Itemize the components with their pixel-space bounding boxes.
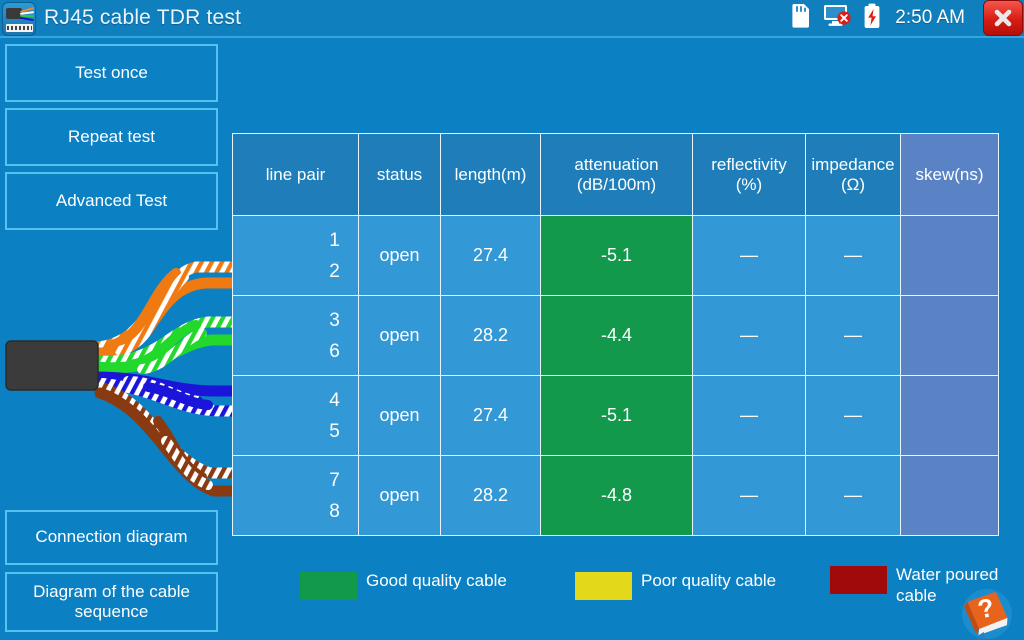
advanced-test-button[interactable]: Advanced Test bbox=[5, 172, 218, 230]
line-pair-top-number: 4 bbox=[329, 389, 340, 411]
line-pair-bottom-number: 5 bbox=[329, 420, 340, 442]
table-row[interactable]: 4 5 open 27.4 -5.1 — — bbox=[232, 375, 999, 456]
test-once-button[interactable]: Test once bbox=[5, 44, 218, 102]
table-row[interactable]: 7 8 open 28.2 -4.8 — — bbox=[232, 455, 999, 536]
table-header-row: line pair status length(m) attenuation (… bbox=[232, 133, 999, 216]
sd-card-icon bbox=[791, 3, 811, 33]
cell-reflectivity: — bbox=[692, 295, 806, 376]
col-header-status: status bbox=[358, 133, 441, 216]
status-tray: 2:50 AM bbox=[791, 0, 1024, 36]
cell-impedance: — bbox=[805, 215, 901, 296]
col-header-reflectivity-label: reflectivity bbox=[711, 154, 787, 174]
col-header-skew-label: skew(ns) bbox=[915, 164, 984, 184]
col-header-reflectivity: reflectivity (%) bbox=[692, 133, 806, 216]
line-pair-top-number: 3 bbox=[329, 309, 340, 331]
cell-line-pair: 1 2 bbox=[232, 215, 359, 296]
rj45-tdr-test-screen: RJ45 cable TDR test 2:50 AM Test once Re… bbox=[0, 0, 1024, 640]
cell-impedance: — bbox=[805, 455, 901, 536]
repeat-test-button[interactable]: Repeat test bbox=[5, 108, 218, 166]
cable-sequence-button[interactable]: Diagram of the cable sequence bbox=[5, 572, 218, 632]
line-pair-bottom-number: 2 bbox=[329, 260, 340, 282]
cell-impedance: — bbox=[805, 295, 901, 376]
tdr-results-table: line pair status length(m) attenuation (… bbox=[232, 133, 999, 536]
cell-length: 28.2 bbox=[440, 455, 541, 536]
col-header-status-label: status bbox=[376, 164, 423, 184]
line-pair-bottom-number: 8 bbox=[329, 500, 340, 522]
cell-length: 28.2 bbox=[440, 295, 541, 376]
cell-attenuation: -5.1 bbox=[540, 375, 693, 456]
col-header-attenuation-label: attenuation bbox=[574, 154, 659, 174]
table-row[interactable]: 3 6 open 28.2 -4.4 — — bbox=[232, 295, 999, 376]
cell-length: 27.4 bbox=[440, 375, 541, 456]
cell-attenuation: -4.4 bbox=[540, 295, 693, 376]
legend-swatch-poor bbox=[575, 572, 632, 600]
cell-reflectivity: — bbox=[692, 375, 806, 456]
legend-label-good: Good quality cable bbox=[366, 571, 507, 590]
cell-skew bbox=[900, 375, 999, 456]
cell-impedance: — bbox=[805, 375, 901, 456]
col-header-attenuation-unit: (dB/100m) bbox=[576, 174, 657, 194]
cell-reflectivity: — bbox=[692, 215, 806, 296]
cell-reflectivity: — bbox=[692, 455, 806, 536]
col-header-line-pair-label: line pair bbox=[265, 164, 326, 184]
cell-skew bbox=[900, 215, 999, 296]
line-pair-top-number: 1 bbox=[329, 229, 340, 251]
cell-length: 27.4 bbox=[440, 215, 541, 296]
col-header-reflectivity-unit: (%) bbox=[735, 174, 763, 194]
cell-skew bbox=[900, 455, 999, 536]
window-title: RJ45 cable TDR test bbox=[44, 6, 242, 29]
line-pair-top-number: 7 bbox=[329, 469, 340, 491]
line-pair-bottom-number: 6 bbox=[329, 340, 340, 362]
cell-status: open bbox=[358, 295, 441, 376]
legend-swatch-water bbox=[830, 566, 887, 594]
col-header-line-pair: line pair bbox=[232, 133, 359, 216]
rj45-cable-icon bbox=[2, 1, 36, 36]
col-header-impedance-label: impedance bbox=[811, 154, 895, 174]
cell-status: open bbox=[358, 215, 441, 296]
cell-status: open bbox=[358, 375, 441, 456]
table-row[interactable]: 1 2 open 27.4 -5.1 — — bbox=[232, 215, 999, 296]
cell-skew bbox=[900, 295, 999, 376]
col-header-impedance-unit: (Ω) bbox=[840, 174, 866, 194]
cell-attenuation: -5.1 bbox=[540, 215, 693, 296]
help-book-icon[interactable]: ? bbox=[956, 586, 1018, 640]
legend-item-good-quality: Good quality cable bbox=[300, 570, 507, 600]
col-header-attenuation: attenuation (dB/100m) bbox=[540, 133, 693, 216]
title-bar: RJ45 cable TDR test 2:50 AM bbox=[0, 0, 1024, 38]
cell-attenuation: -4.8 bbox=[540, 455, 693, 536]
cell-line-pair: 7 8 bbox=[232, 455, 359, 536]
col-header-skew: skew(ns) bbox=[900, 133, 999, 216]
clock: 2:50 AM bbox=[895, 7, 965, 28]
legend-item-poor-quality: Poor quality cable bbox=[575, 570, 776, 600]
close-button[interactable] bbox=[983, 0, 1023, 36]
quality-legend: Good quality cable Poor quality cable Wa… bbox=[232, 560, 1024, 620]
cell-status: open bbox=[358, 455, 441, 536]
cell-line-pair: 3 6 bbox=[232, 295, 359, 376]
battery-charging-icon bbox=[863, 3, 881, 34]
monitor-disconnected-icon bbox=[823, 3, 851, 33]
col-header-impedance: impedance (Ω) bbox=[805, 133, 901, 216]
legend-swatch-good bbox=[300, 572, 357, 600]
legend-label-poor: Poor quality cable bbox=[641, 571, 777, 590]
col-header-length-label: length(m) bbox=[454, 164, 527, 184]
close-icon bbox=[994, 9, 1012, 27]
cell-line-pair: 4 5 bbox=[232, 375, 359, 456]
connection-diagram-button[interactable]: Connection diagram bbox=[5, 510, 218, 565]
col-header-length: length(m) bbox=[440, 133, 541, 216]
